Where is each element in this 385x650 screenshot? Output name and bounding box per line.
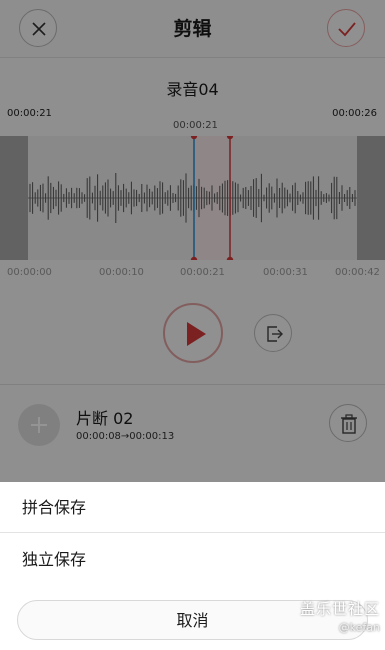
separate-save-option[interactable]: 独立保存: [0, 534, 385, 585]
merge-save-option[interactable]: 拼合保存: [0, 482, 385, 533]
watermark: 盖乐世社区 @kefan: [298, 598, 380, 634]
watermark-user: @kefan: [338, 621, 380, 634]
watermark-brand: 盖乐世社区: [299, 600, 380, 618]
